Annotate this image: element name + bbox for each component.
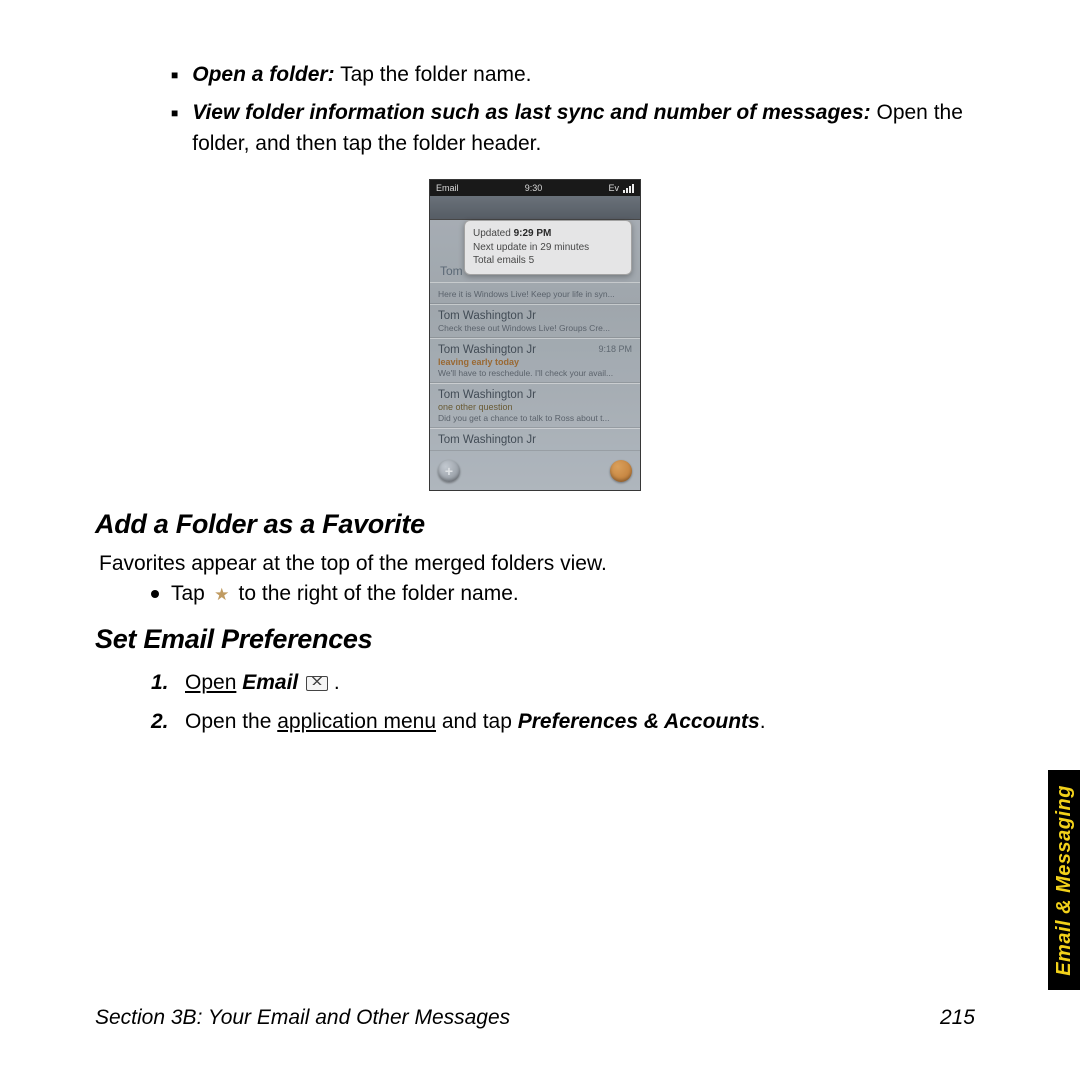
mail-from: Tom Washington Jr bbox=[438, 344, 536, 356]
numbered-steps: 1. Open Email . 2. Open the application … bbox=[151, 667, 975, 738]
mail-preview: Did you get a chance to talk to Ross abo… bbox=[438, 413, 632, 423]
mail-preview: Check these out Windows Live! Groups Cre… bbox=[438, 323, 632, 333]
page-content: ■ Open a folder: Tap the folder name. ■ … bbox=[95, 60, 975, 744]
network-ev-label: Ev bbox=[608, 183, 619, 193]
step-1: 1. Open Email . bbox=[151, 667, 975, 700]
mail-from: Tom Washington Jr bbox=[438, 389, 536, 401]
step-number: 2. bbox=[151, 706, 171, 739]
top-bullet-list: ■ Open a folder: Tap the folder name. ■ … bbox=[171, 60, 975, 159]
mail-preview: We'll have to reschedule. I'll check you… bbox=[438, 368, 632, 378]
mail-item: Tom Washington Jr 9:18 PM leaving early t… bbox=[430, 338, 640, 383]
mail-item: Tom Washington Jr Check these out Window… bbox=[430, 304, 640, 338]
favorites-paragraph: Favorites appear at the top of the merge… bbox=[99, 552, 975, 576]
mail-item: Here it is Windows Live! Keep your life … bbox=[430, 282, 640, 304]
square-bullet-icon: ■ bbox=[171, 105, 178, 122]
mail-item: Tom Washington Jr one other question Did… bbox=[430, 383, 640, 428]
bullet-label: View folder information such as last syn… bbox=[192, 101, 870, 124]
section-side-tab: Email & Messaging bbox=[1048, 770, 1080, 990]
mail-list: Here it is Windows Live! Keep your life … bbox=[430, 282, 640, 451]
favorite-instruction: Tap ★ to the right of the folder name. bbox=[151, 582, 975, 606]
bullet-label: Open a folder: bbox=[192, 63, 334, 86]
mail-subject: one other question bbox=[438, 402, 632, 412]
popup-line2: Next update in 29 minutes bbox=[473, 241, 623, 255]
bullet-text: Tap the folder name. bbox=[335, 63, 532, 86]
mail-preview: Here it is Windows Live! Keep your life … bbox=[438, 289, 632, 299]
square-bullet-icon: ■ bbox=[171, 67, 178, 84]
footer-section-label: Section 3B: Your Email and Other Message… bbox=[95, 1006, 510, 1030]
mail-from: Tom Washington Jr bbox=[438, 434, 536, 446]
status-time: 9:30 bbox=[525, 183, 543, 193]
phone-frame: Email 9:30 Ev Tom Updated 9:29 PM Next u… bbox=[429, 179, 641, 491]
phone-subheader bbox=[430, 196, 640, 220]
refresh-fab-button bbox=[610, 460, 632, 482]
popup-line3: Total emails 5 bbox=[473, 254, 623, 268]
heading-add-favorite: Add a Folder as a Favorite bbox=[95, 509, 975, 540]
popup-line1-time: 9:29 PM bbox=[514, 228, 552, 239]
bullet-open-folder: ■ Open a folder: Tap the folder name. bbox=[171, 60, 975, 90]
app-name-label: Email bbox=[436, 183, 459, 193]
star-icon: ★ bbox=[213, 586, 231, 604]
popup-line1-pre: Updated bbox=[473, 228, 514, 239]
compose-plus-button: + bbox=[438, 460, 460, 482]
step-2-content: Open the application menu and tap Prefer… bbox=[185, 706, 766, 739]
page-footer: Section 3B: Your Email and Other Message… bbox=[95, 1006, 975, 1030]
embedded-screenshot: Email 9:30 Ev Tom Updated 9:29 PM Next u… bbox=[95, 179, 975, 491]
folder-info-popup: Updated 9:29 PM Next update in 29 minute… bbox=[464, 220, 632, 275]
round-bullet-icon bbox=[151, 590, 159, 598]
signal-bars-icon bbox=[623, 184, 634, 193]
mail-from: Tom Washington Jr bbox=[438, 310, 536, 322]
email-icon bbox=[306, 676, 328, 691]
mail-item: Tom Washington Jr bbox=[430, 428, 640, 451]
page-number: 215 bbox=[940, 1006, 975, 1030]
mail-time: 9:18 PM bbox=[598, 344, 632, 356]
fav-text-pre: Tap bbox=[171, 582, 211, 605]
step-number: 1. bbox=[151, 667, 171, 700]
phone-status-bar: Email 9:30 Ev bbox=[430, 180, 640, 196]
heading-set-preferences: Set Email Preferences bbox=[95, 624, 975, 655]
side-tab-label: Email & Messaging bbox=[1053, 785, 1076, 976]
step-1-content: Open Email . bbox=[185, 667, 340, 700]
obscured-sender-name: Tom bbox=[440, 264, 463, 278]
step-2: 2. Open the application menu and tap Pre… bbox=[151, 706, 975, 739]
mail-subject: leaving early today bbox=[438, 357, 632, 367]
bullet-view-folder-info: ■ View folder information such as last s… bbox=[171, 98, 975, 159]
fav-text-post: to the right of the folder name. bbox=[233, 582, 519, 605]
